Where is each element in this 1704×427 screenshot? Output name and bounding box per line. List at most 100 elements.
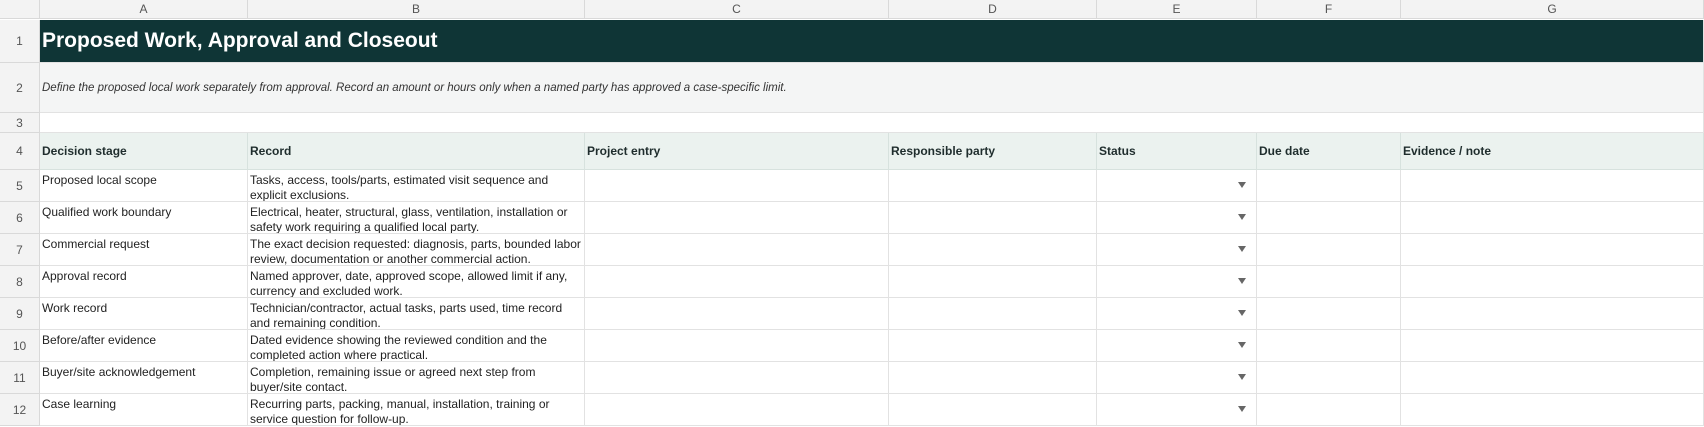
table-row: 5 Proposed local scope Tasks, access, to… — [0, 170, 1704, 202]
sheet-title[interactable]: Proposed Work, Approval and Closeout — [40, 20, 1704, 63]
responsible-party-cell[interactable] — [889, 330, 1097, 362]
sheet-rows: 1 Proposed Work, Approval and Closeout 2… — [0, 20, 1704, 426]
status-dropdown-icon[interactable] — [1238, 278, 1246, 284]
header-cell[interactable]: Decision stage — [40, 133, 248, 170]
status-dropdown-icon[interactable] — [1238, 246, 1246, 252]
project-entry-cell[interactable] — [585, 394, 889, 426]
due-date-cell[interactable] — [1257, 330, 1401, 362]
blank-cell[interactable] — [40, 113, 1704, 133]
column-header-b[interactable]: B — [248, 0, 585, 19]
decision-stage-cell[interactable]: Case learning — [40, 394, 248, 426]
record-cell[interactable]: Electrical, heater, structural, glass, v… — [248, 202, 585, 234]
column-header-d[interactable]: D — [889, 0, 1097, 19]
evidence-note-cell[interactable] — [1401, 362, 1704, 394]
evidence-note-cell[interactable] — [1401, 202, 1704, 234]
row-header[interactable]: 10 — [0, 330, 40, 362]
record-cell[interactable]: Dated evidence showing the reviewed cond… — [248, 330, 585, 362]
status-cell[interactable] — [1097, 394, 1257, 426]
project-entry-cell[interactable] — [585, 202, 889, 234]
project-entry-cell[interactable] — [585, 170, 889, 202]
row-header[interactable]: 12 — [0, 394, 40, 426]
column-header-f[interactable]: F — [1257, 0, 1401, 19]
column-header-bar: A B C D E F G — [0, 0, 1704, 20]
record-cell[interactable]: Named approver, date, approved scope, al… — [248, 266, 585, 298]
row-header[interactable]: 4 — [0, 133, 40, 170]
project-entry-cell[interactable] — [585, 298, 889, 330]
evidence-note-cell[interactable] — [1401, 330, 1704, 362]
status-dropdown-icon[interactable] — [1238, 214, 1246, 220]
status-cell[interactable] — [1097, 298, 1257, 330]
status-dropdown-icon[interactable] — [1238, 342, 1246, 348]
column-header-g[interactable]: G — [1401, 0, 1704, 19]
record-cell[interactable]: Technician/contractor, actual tasks, par… — [248, 298, 585, 330]
status-cell[interactable] — [1097, 202, 1257, 234]
table-row: 7 Commercial request The exact decision … — [0, 234, 1704, 266]
status-cell[interactable] — [1097, 234, 1257, 266]
project-entry-cell[interactable] — [585, 266, 889, 298]
sheet-subtitle[interactable]: Define the proposed local work separatel… — [40, 63, 1704, 113]
due-date-cell[interactable] — [1257, 266, 1401, 298]
header-cell[interactable]: Responsible party — [889, 133, 1097, 170]
row-header[interactable]: 7 — [0, 234, 40, 266]
status-cell[interactable] — [1097, 362, 1257, 394]
header-cell[interactable]: Status — [1097, 133, 1257, 170]
status-dropdown-icon[interactable] — [1238, 310, 1246, 316]
responsible-party-cell[interactable] — [889, 266, 1097, 298]
status-dropdown-icon[interactable] — [1238, 406, 1246, 412]
row-header[interactable]: 9 — [0, 298, 40, 330]
row-header[interactable]: 8 — [0, 266, 40, 298]
decision-stage-cell[interactable]: Commercial request — [40, 234, 248, 266]
decision-stage-cell[interactable]: Work record — [40, 298, 248, 330]
status-cell[interactable] — [1097, 330, 1257, 362]
due-date-cell[interactable] — [1257, 298, 1401, 330]
record-cell[interactable]: The exact decision requested: diagnosis,… — [248, 234, 585, 266]
responsible-party-cell[interactable] — [889, 202, 1097, 234]
header-cell[interactable]: Due date — [1257, 133, 1401, 170]
project-entry-cell[interactable] — [585, 234, 889, 266]
row-header[interactable]: 6 — [0, 202, 40, 234]
corner-cell[interactable] — [0, 0, 40, 19]
record-cell[interactable]: Recurring parts, packing, manual, instal… — [248, 394, 585, 426]
header-cell[interactable]: Project entry — [585, 133, 889, 170]
project-entry-cell[interactable] — [585, 362, 889, 394]
row-header[interactable]: 3 — [0, 113, 40, 133]
header-cell[interactable]: Record — [248, 133, 585, 170]
decision-stage-cell[interactable]: Proposed local scope — [40, 170, 248, 202]
decision-stage-cell[interactable]: Approval record — [40, 266, 248, 298]
due-date-cell[interactable] — [1257, 170, 1401, 202]
status-cell[interactable] — [1097, 170, 1257, 202]
status-dropdown-icon[interactable] — [1238, 182, 1246, 188]
decision-stage-cell[interactable]: Before/after evidence — [40, 330, 248, 362]
due-date-cell[interactable] — [1257, 202, 1401, 234]
project-entry-cell[interactable] — [585, 330, 889, 362]
decision-stage-cell[interactable]: Buyer/site acknowledgement — [40, 362, 248, 394]
responsible-party-cell[interactable] — [889, 234, 1097, 266]
evidence-note-cell[interactable] — [1401, 298, 1704, 330]
record-cell[interactable]: Completion, remaining issue or agreed ne… — [248, 362, 585, 394]
column-header-e[interactable]: E — [1097, 0, 1257, 19]
due-date-cell[interactable] — [1257, 234, 1401, 266]
responsible-party-cell[interactable] — [889, 362, 1097, 394]
responsible-party-cell[interactable] — [889, 170, 1097, 202]
column-header-a[interactable]: A — [40, 0, 248, 19]
responsible-party-cell[interactable] — [889, 298, 1097, 330]
due-date-cell[interactable] — [1257, 362, 1401, 394]
evidence-note-cell[interactable] — [1401, 170, 1704, 202]
evidence-note-cell[interactable] — [1401, 266, 1704, 298]
responsible-party-cell[interactable] — [889, 394, 1097, 426]
table-row: 12 Case learning Recurring parts, packin… — [0, 394, 1704, 426]
table-row: 9 Work record Technician/contractor, act… — [0, 298, 1704, 330]
row-header[interactable]: 5 — [0, 170, 40, 202]
evidence-note-cell[interactable] — [1401, 394, 1704, 426]
row-header[interactable]: 2 — [0, 63, 40, 113]
row-header[interactable]: 1 — [0, 20, 40, 63]
status-dropdown-icon[interactable] — [1238, 374, 1246, 380]
header-cell[interactable]: Evidence / note — [1401, 133, 1704, 170]
status-cell[interactable] — [1097, 266, 1257, 298]
decision-stage-cell[interactable]: Qualified work boundary — [40, 202, 248, 234]
row-header[interactable]: 11 — [0, 362, 40, 394]
evidence-note-cell[interactable] — [1401, 234, 1704, 266]
column-header-c[interactable]: C — [585, 0, 889, 19]
due-date-cell[interactable] — [1257, 394, 1401, 426]
record-cell[interactable]: Tasks, access, tools/parts, estimated vi… — [248, 170, 585, 202]
